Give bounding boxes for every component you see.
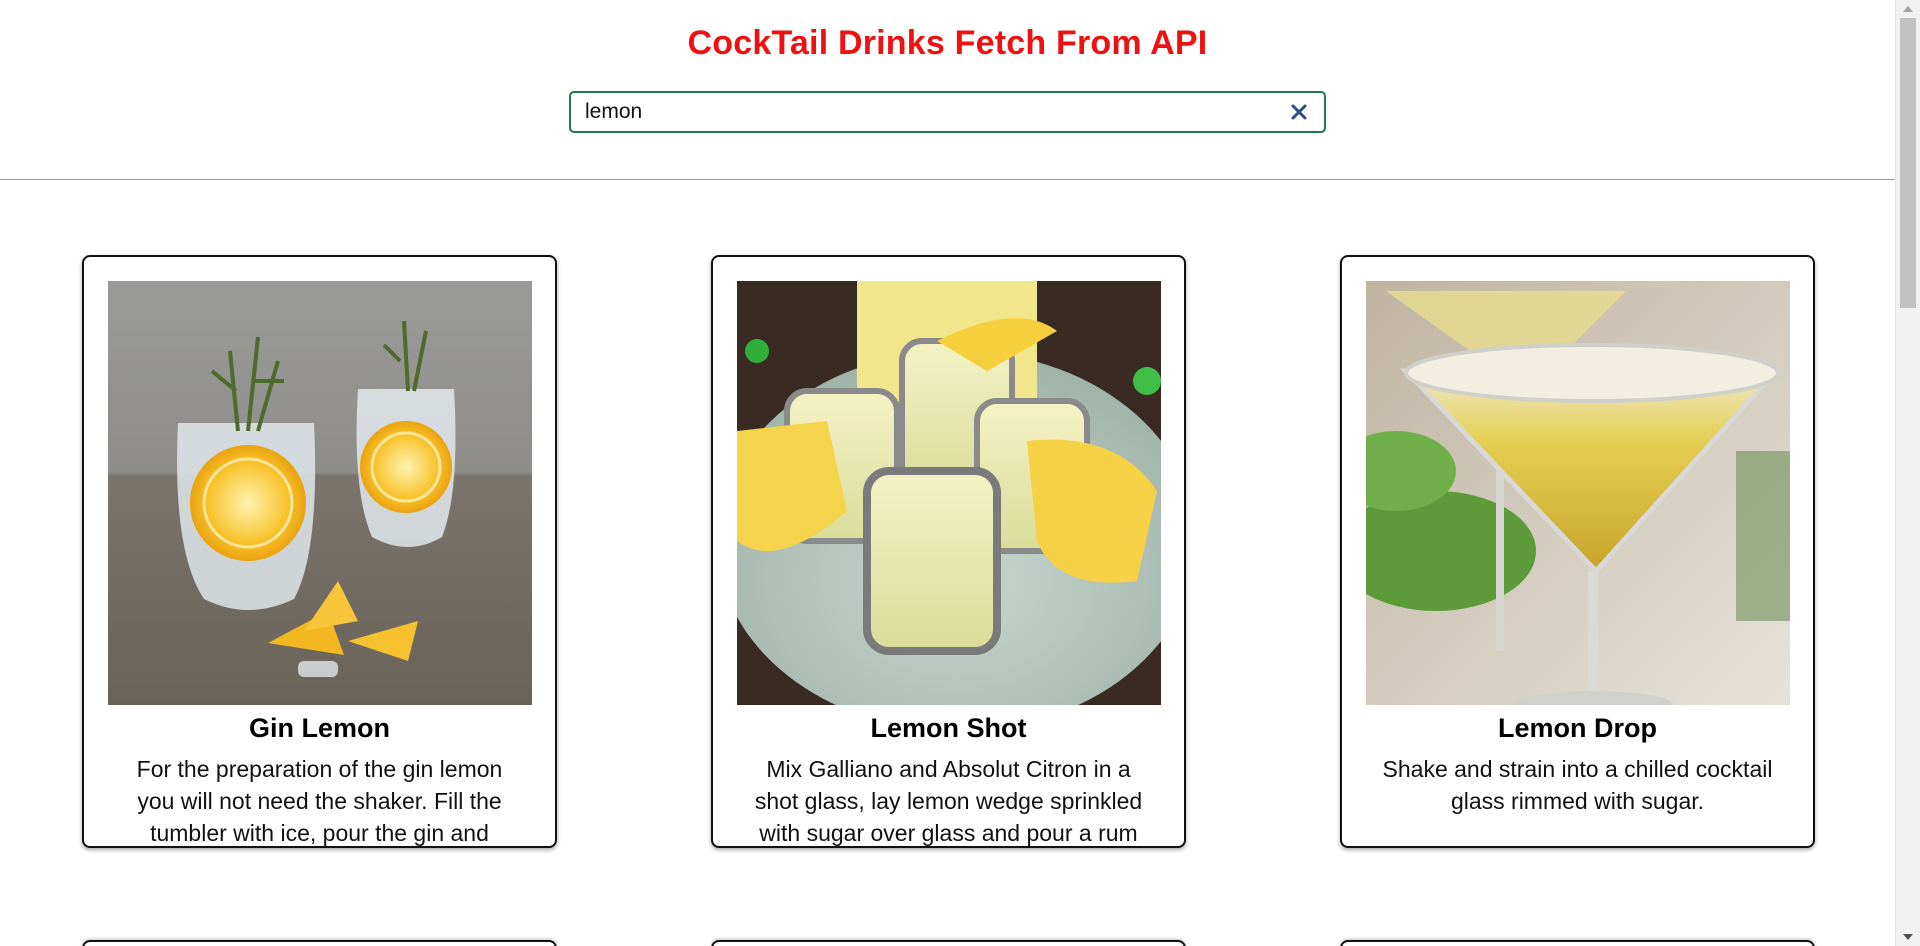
drink-card-partial[interactable] [82,940,557,946]
drink-card-partial[interactable] [711,940,1186,946]
page-title: CockTail Drinks Fetch From API [687,24,1208,62]
drink-name: Lemon Drop [1498,713,1657,743]
drink-name: Lemon Shot [870,713,1027,743]
scroll-down-arrow-icon[interactable] [1903,934,1913,940]
drink-description: Shake and strain into a chilled cocktail… [1382,756,1773,814]
drink-description: For the preparation of the gin lemon you… [136,756,503,846]
search-input[interactable] [585,93,1265,131]
scroll-thumb[interactable] [1900,18,1916,308]
search-box[interactable] [569,91,1326,133]
drink-card[interactable]: Gin Lemon For the preparation of the gin… [82,255,557,848]
vertical-scrollbar[interactable] [1895,0,1920,946]
page-header: CockTail Drinks Fetch From API [0,0,1895,180]
drink-name: Gin Lemon [249,713,390,743]
drink-image [1366,281,1790,705]
drink-description: Mix Galliano and Absolut Citron in a sho… [754,756,1143,846]
close-icon[interactable] [1288,101,1310,123]
drink-image [737,281,1161,705]
drink-card[interactable]: Lemon Drop Shake and strain into a chill… [1340,255,1815,848]
scroll-up-arrow-icon[interactable] [1903,6,1913,12]
drink-card[interactable]: Lemon Shot Mix Galliano and Absolut Citr… [711,255,1186,848]
drink-card-partial[interactable] [1340,940,1815,946]
drink-image [108,281,532,705]
